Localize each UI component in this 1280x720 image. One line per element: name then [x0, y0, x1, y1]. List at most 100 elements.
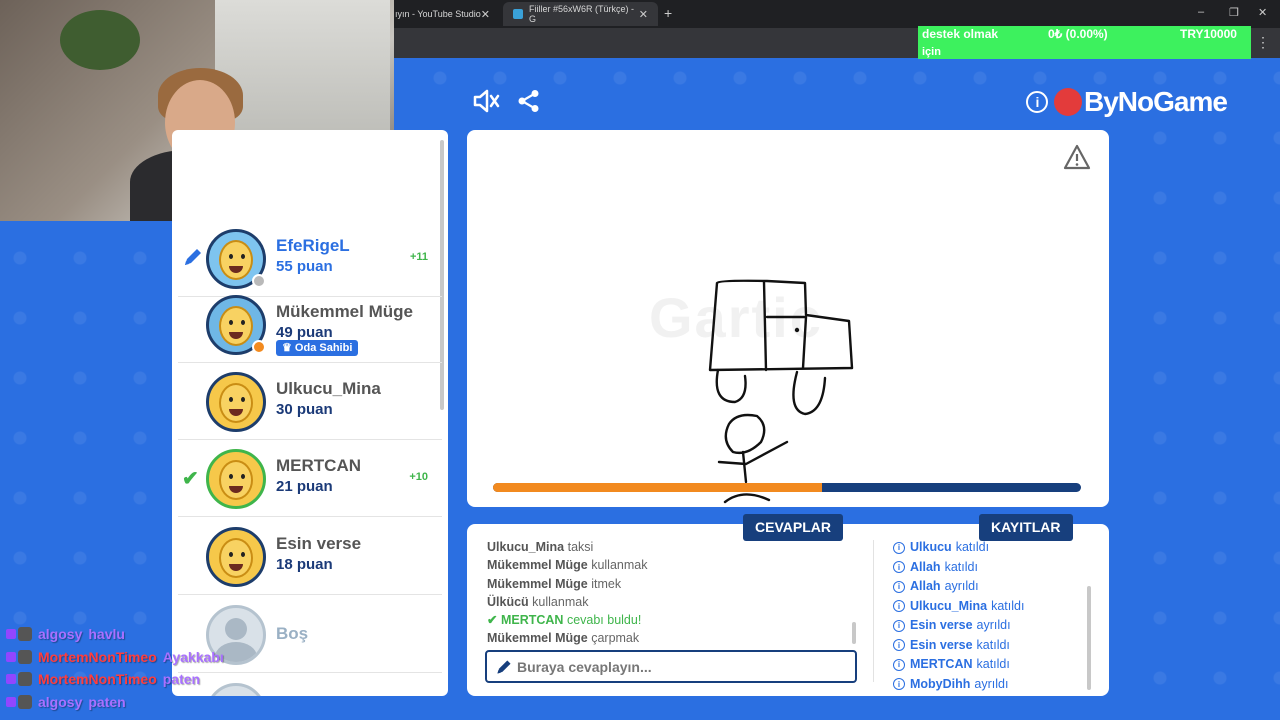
answer-item: Mükemmel Müge kullanmak — [487, 556, 857, 574]
browser-tab-youtube-studio[interactable]: ıyın - YouTube Studio ✕ — [385, 2, 500, 26]
avatar — [206, 372, 266, 432]
close-window-button[interactable]: ✕ — [1258, 6, 1267, 19]
answer-input[interactable] — [517, 656, 847, 678]
answer-user: MERTCAN — [500, 613, 564, 628]
chat-text: Ayakkabı — [162, 648, 224, 665]
chat-badge-icon — [18, 627, 32, 642]
player-list: EfeRigeL 55 puan +11 Mükemmel Müge 49 pu… — [172, 130, 448, 696]
logs-scrollbar[interactable] — [1087, 586, 1091, 690]
avatar-face — [219, 538, 253, 578]
player-row[interactable]: ✔ MERTCAN 21 puan +10 — [178, 440, 442, 517]
log-text: ayrıldı — [976, 618, 1011, 633]
answer-item: Mükemmel Müge itmek — [487, 575, 857, 593]
plant — [60, 10, 140, 70]
player-score: 18 puan — [276, 556, 333, 573]
answer-text: taksi — [567, 540, 594, 554]
log-text: ayrıldı — [974, 676, 1009, 691]
log-item: i Esin verse katıldı — [893, 636, 1093, 656]
log-user: Ulkucu_Mina — [910, 598, 988, 613]
subscriber-badge-icon — [6, 629, 16, 640]
log-user: MobyDihh — [910, 676, 971, 691]
tab-answers[interactable]: CEVAPLAR — [743, 514, 843, 541]
info-icon: i — [893, 580, 905, 593]
answer-text: kullanmak — [532, 594, 589, 609]
browser-tab-gartic[interactable]: Fiiller #56xW6R (Türkçe) - G ✕ — [503, 2, 658, 26]
player-score: 21 puan — [276, 478, 333, 495]
restore-button[interactable]: ❐ — [1229, 6, 1239, 19]
info-icon: i — [893, 658, 905, 671]
avatar-face — [219, 240, 253, 280]
chat-message: algosy paten — [6, 691, 306, 714]
answer-user: Mükemmel Müge — [487, 558, 588, 573]
tab-close-icon[interactable]: ✕ — [639, 8, 648, 21]
donation-label-2: için — [922, 46, 941, 58]
avatar-face — [219, 306, 253, 346]
score-delta: +11 — [409, 251, 428, 263]
room-owner-badge: ♛ Oda Sahibi — [276, 340, 359, 356]
player-name: Mükemmel Müge — [276, 302, 413, 321]
tab-label: Fiiller #56xW6R (Türkçe) - G — [529, 4, 635, 24]
info-icon[interactable]: i — [1026, 91, 1048, 113]
chat-badge-icon — [18, 694, 32, 709]
answer-item: Mükemmel Müge çarpmak — [487, 629, 857, 647]
drawing-canvas[interactable]: Gartic — [467, 130, 1109, 507]
log-item: i MERTCAN katıldı — [893, 655, 1093, 675]
log-user: Ulkucu — [910, 540, 952, 555]
chat-panel: Ulkucu_Mina taksi Mükemmel Müge kullanmak… — [467, 524, 1109, 696]
tab-close-icon[interactable]: ✕ — [481, 8, 490, 21]
subscriber-badge-icon — [6, 696, 16, 707]
info-icon: i — [893, 619, 905, 632]
answer-item: ✔ MERTCAN cevabı buldu! — [487, 611, 857, 629]
player-name: MERTCAN — [276, 456, 361, 475]
avatar-eye — [241, 254, 245, 259]
room-owner-label: Oda Sahibi — [294, 342, 353, 354]
avatar-face — [219, 460, 253, 500]
check-icon: ✔ — [182, 468, 199, 490]
log-user: MERTCAN — [910, 657, 973, 672]
avatar-eye — [229, 552, 233, 557]
player-row[interactable]: Ulkucu_Mina 30 puan — [178, 363, 442, 440]
score-delta: +10 — [409, 471, 428, 483]
donation-label: destek olmak — [922, 27, 999, 41]
chat-text: havlu — [88, 626, 125, 643]
tab-logs[interactable]: KAYITLAR — [979, 514, 1073, 541]
log-item: i MobyDihh ayrıldı — [893, 675, 1093, 695]
log-text: katıldı — [991, 598, 1025, 613]
player-score: 30 puan — [276, 401, 333, 418]
answer-user: Ulkucu_Mina — [487, 540, 565, 554]
log-item: i Esin verse ayrıldı — [893, 616, 1093, 636]
chat-text: paten — [162, 671, 201, 688]
player-name: Esin verse — [276, 534, 362, 553]
minimize-button[interactable]: – — [1198, 6, 1204, 18]
brand-name: ByNoGame — [1084, 86, 1228, 117]
player-score: 55 puan — [276, 258, 333, 275]
share-icon[interactable] — [517, 89, 541, 118]
chat-username: algosy — [38, 626, 83, 643]
info-icon: i — [893, 600, 905, 613]
log-user: Allah — [910, 559, 941, 574]
answer-input-box[interactable] — [485, 650, 857, 683]
speaker-mute-icon[interactable] — [472, 88, 500, 119]
player-row[interactable]: Mükemmel Müge 49 puan ♛ Oda Sahibi — [178, 286, 442, 363]
player-row[interactable]: Esin verse 18 puan — [178, 518, 442, 595]
answers-scrollbar[interactable] — [852, 622, 856, 644]
browser-menu-icon[interactable]: ⋮ — [1256, 34, 1270, 51]
player-name: EfeRigeL — [276, 236, 350, 255]
chat-username: MortemNonTimeo — [38, 648, 157, 665]
log-text: katıldı — [955, 540, 990, 555]
status-dot — [252, 340, 266, 354]
chat-message: MortemNonTimeo Ayakkabı — [6, 646, 306, 669]
log-text: katıldı — [976, 657, 1010, 672]
stream-chat-overlay: algosy havlu MortemNonTimeo Ayakkabı MortemN… — [6, 623, 306, 713]
check-icon: ✔ — [487, 613, 501, 628]
avatar-eye — [241, 552, 245, 557]
chat-message: MortemNonTimeo paten — [6, 668, 306, 691]
bynogame-logo[interactable]: i ByNoGame — [1026, 82, 1228, 122]
answer-text: çarpmak — [591, 631, 640, 646]
log-item: i Allah ayrıldı — [893, 577, 1093, 597]
log-user: Esin verse — [910, 618, 973, 633]
avatar-eye — [229, 474, 233, 479]
new-tab-button[interactable]: + — [664, 5, 672, 21]
chat-text: paten — [88, 693, 126, 710]
donation-goal: TRY10000 — [1180, 27, 1237, 41]
